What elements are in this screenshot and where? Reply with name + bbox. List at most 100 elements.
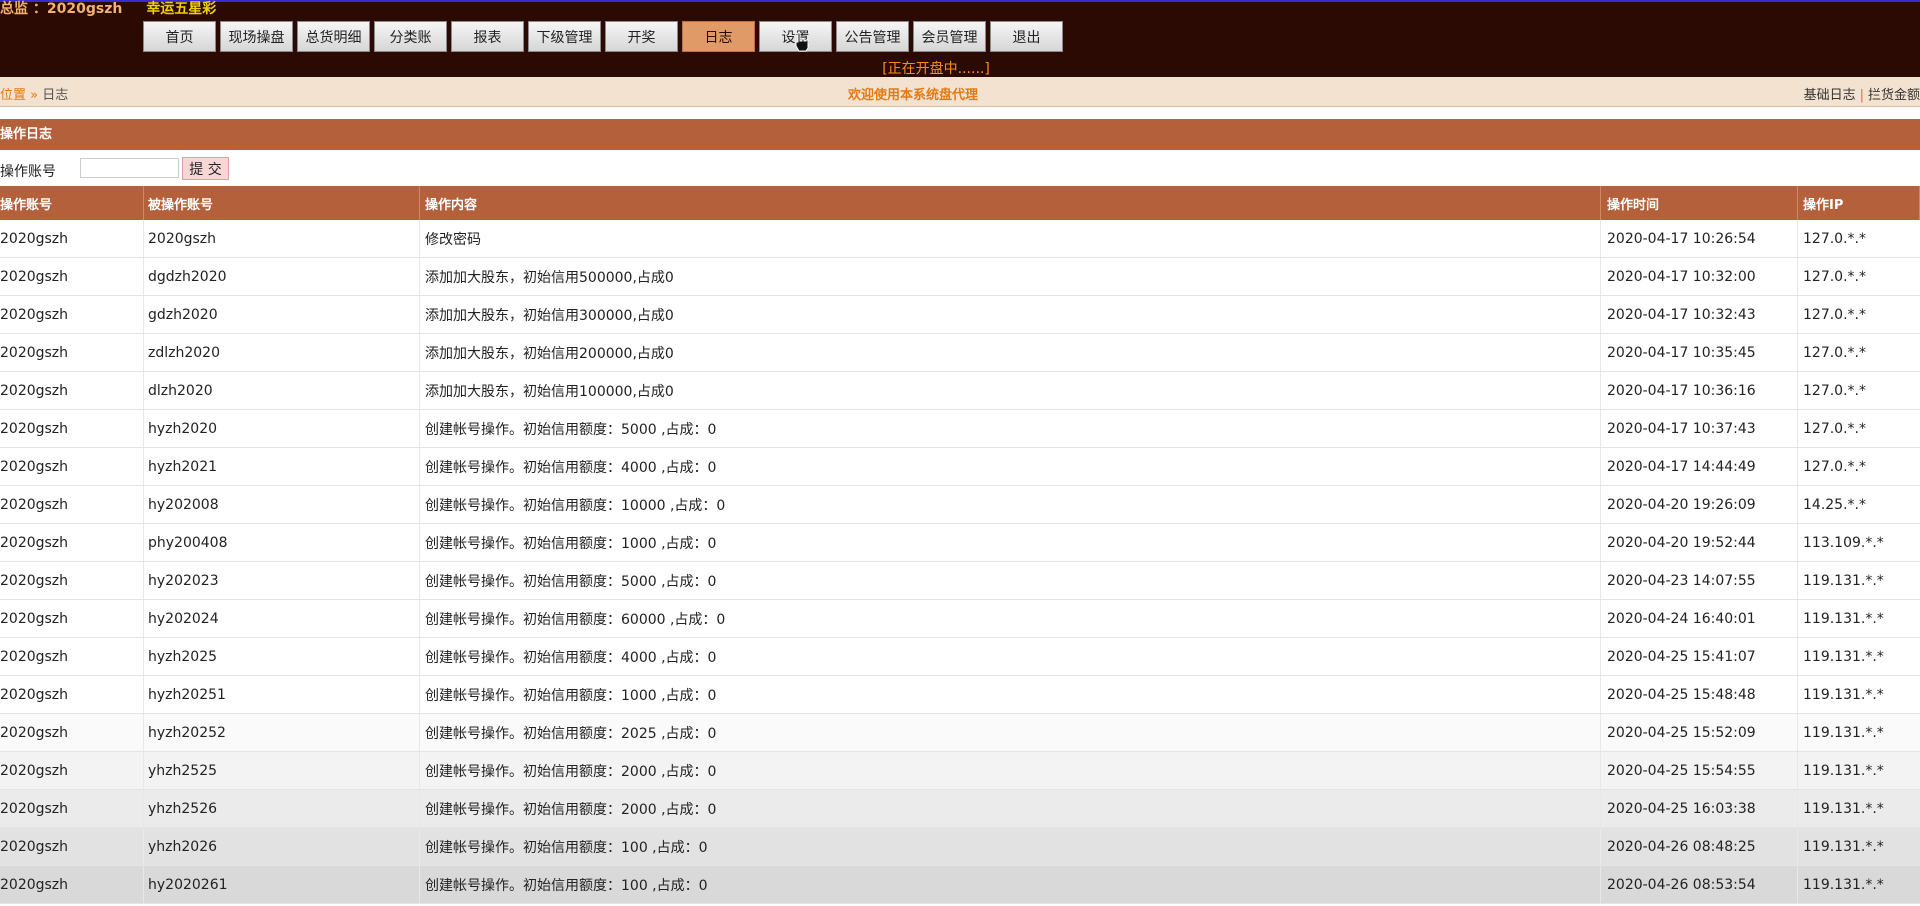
table-cell: 127.0.*.*: [1803, 230, 1866, 247]
table-cell: 119.131.*.*: [1803, 724, 1884, 741]
table-cell: 添加加大股东，初始信用100000,占成0: [420, 372, 1601, 409]
table-cell: 2020gszh: [0, 752, 144, 789]
table-cell: 创建帐号操作。初始信用额度：60000 ,占成：0: [420, 600, 1601, 637]
table-cell: 127.0.*.*: [1803, 344, 1866, 361]
main-nav: 首页 现场操盘 总货明细 分类账 报表 下级管理 开奖 日志 设置 公告管理 会员管理 退出: [143, 21, 1063, 52]
table-cell: 2020gszh: [0, 866, 144, 903]
table-cell: 创建帐号操作。初始信用额度：2000 ,占成：0: [420, 752, 1601, 789]
nav-logout-button[interactable]: 退出: [990, 21, 1063, 52]
nav-total-details-button[interactable]: 总货明细: [297, 21, 370, 52]
table-cell: 2020gszh: [0, 410, 144, 447]
table-row: 2020gszh hy202008 创建帐号操作。初始信用额度：10000 ,占成：…: [0, 486, 1920, 524]
table-cell: 2020gszh: [0, 524, 144, 561]
section-title: 操作日志: [0, 119, 1920, 150]
table-cell: 127.0.*.*: [1803, 420, 1866, 437]
breadcrumb-bar: 位置 » 日志 欢迎使用本系统盘代理 基础日志 | 拦货金额: [0, 77, 1920, 107]
table-cell: hyzh20252: [144, 714, 420, 751]
table-cell: 2020-04-20 19:26:09: [1601, 486, 1798, 523]
right-links: 基础日志 | 拦货金额: [1804, 84, 1920, 103]
nav-notice-management-button[interactable]: 公告管理: [836, 21, 909, 52]
link-block-amount[interactable]: 拦货金额: [1868, 88, 1920, 103]
table-cell: 创建帐号操作。初始信用额度：1000 ,占成：0: [420, 676, 1601, 713]
table-cell: 2020-04-26 08:53:54: [1601, 866, 1798, 903]
account-title: 总监 ：2020gszh: [0, 1, 123, 17]
table-cell: 创建帐号操作。初始信用额度：100 ,占成：0: [420, 866, 1601, 903]
log-table: 操作账号 被操作账号 操作内容 操作时间 操作IP 2020gszh 2020gszh 修改密…: [0, 186, 1920, 904]
hand-cursor-icon: [795, 32, 809, 52]
table-cell: 创建帐号操作。初始信用额度：4000 ,占成：0: [420, 448, 1601, 485]
table-cell: hy202008: [144, 486, 420, 523]
table-row: 2020gszh hyzh2021 创建帐号操作。初始信用额度：4000 ,占成：0…: [0, 448, 1920, 486]
table-row: 2020gszh phy200408 创建帐号操作。初始信用额度：1000 ,占成：…: [0, 524, 1920, 562]
table-cell: 2020gszh: [0, 714, 144, 751]
table-cell: 119.131.*.*: [1803, 762, 1884, 779]
nav-member-management-button[interactable]: 会员管理: [913, 21, 986, 52]
link-basic-log[interactable]: 基础日志: [1804, 88, 1856, 103]
table-cell: 2020-04-25 15:41:07: [1601, 638, 1798, 675]
table-cell: hyzh2025: [144, 638, 420, 675]
table-cell: 113.109.*.*: [1803, 534, 1884, 551]
search-label: 操作账号: [0, 164, 56, 180]
table-cell: 创建帐号操作。初始信用额度：100 ,占成：0: [420, 828, 1601, 865]
table-cell: 创建帐号操作。初始信用额度：2025 ,占成：0: [420, 714, 1601, 751]
nav-draw-button[interactable]: 开奖: [605, 21, 678, 52]
table-cell: 2020-04-25 15:52:09: [1601, 714, 1798, 751]
table-row: 2020gszh hy202024 创建帐号操作。初始信用额度：60000 ,占成：…: [0, 600, 1920, 638]
account-search-input[interactable]: [80, 158, 179, 178]
table-cell: 127.0.*.*: [1803, 382, 1866, 399]
table-cell: 2020gszh: [0, 676, 144, 713]
table-row: 2020gszh hyzh2025 创建帐号操作。初始信用额度：4000 ,占成：0…: [0, 638, 1920, 676]
table-cell: 2020gszh: [0, 334, 144, 371]
table-cell: 2020gszh: [0, 296, 144, 333]
table-cell: 2020gszh: [0, 258, 144, 295]
game-title: 幸运五星彩: [146, 1, 217, 17]
table-row: 2020gszh dlzh2020 添加加大股东，初始信用100000,占成0 202…: [0, 372, 1920, 410]
table-cell: 创建帐号操作。初始信用额度：2000 ,占成：0: [420, 790, 1601, 827]
table-cell: 2020gszh: [0, 600, 144, 637]
table-cell: hy202024: [144, 600, 420, 637]
table-cell: hyzh2020: [144, 410, 420, 447]
table-cell: 2020-04-17 10:36:16: [1601, 372, 1798, 409]
table-cell: 119.131.*.*: [1803, 838, 1884, 855]
table-cell: 2020gszh: [0, 638, 144, 675]
table-row: 2020gszh gdzh2020 添加加大股东，初始信用300000,占成0 202…: [0, 296, 1920, 334]
nav-home-button[interactable]: 首页: [143, 21, 216, 52]
table-cell: 2020-04-25 15:54:55: [1601, 752, 1798, 789]
nav-logs-button[interactable]: 日志: [682, 21, 755, 52]
nav-ledger-button[interactable]: 分类账: [374, 21, 447, 52]
table-row: 2020gszh yhzh2526 创建帐号操作。初始信用额度：2000 ,占成：0…: [0, 790, 1920, 828]
nav-sub-management-button[interactable]: 下级管理: [528, 21, 601, 52]
table-cell: hy2020261: [144, 866, 420, 903]
column-header: 被操作账号: [144, 186, 420, 220]
table-cell: 2020-04-25 15:48:48: [1601, 676, 1798, 713]
table-cell: yhzh2026: [144, 828, 420, 865]
table-row: 2020gszh dgdzh2020 添加加大股东，初始信用500000,占成0 20…: [0, 258, 1920, 296]
table-cell: 2020-04-17 10:26:54: [1601, 220, 1798, 257]
table-cell: phy200408: [144, 524, 420, 561]
table-cell: 2020gszh: [0, 486, 144, 523]
table-row: 2020gszh hyzh20251 创建帐号操作。初始信用额度：1000 ,占成：…: [0, 676, 1920, 714]
table-cell: 119.131.*.*: [1803, 876, 1884, 893]
table-cell: 2020-04-17 10:35:45: [1601, 334, 1798, 371]
table-cell: 127.0.*.*: [1803, 458, 1866, 475]
table-row: 2020gszh hyzh2020 创建帐号操作。初始信用额度：5000 ,占成：0…: [0, 410, 1920, 448]
table-cell: 2020-04-24 16:40:01: [1601, 600, 1798, 637]
column-header: 操作账号: [0, 186, 144, 220]
table-cell: zdlzh2020: [144, 334, 420, 371]
nav-live-trading-button[interactable]: 现场操盘: [220, 21, 293, 52]
table-cell: 2020gszh: [0, 372, 144, 409]
table-cell: 2020gszh: [144, 220, 420, 257]
table-cell: hyzh20251: [144, 676, 420, 713]
table-cell: 119.131.*.*: [1803, 686, 1884, 703]
table-cell: 修改密码: [420, 220, 1601, 257]
submit-button[interactable]: 提 交: [182, 157, 229, 180]
nav-reports-button[interactable]: 报表: [451, 21, 524, 52]
table-cell: 127.0.*.*: [1803, 268, 1866, 285]
table-cell: hyzh2021: [144, 448, 420, 485]
table-row: 2020gszh zdlzh2020 添加加大股东，初始信用200000,占成0 20…: [0, 334, 1920, 372]
table-row: 2020gszh hy202023 创建帐号操作。初始信用额度：5000 ,占成：0…: [0, 562, 1920, 600]
table-cell: yhzh2526: [144, 790, 420, 827]
table-row: 2020gszh hyzh20252 创建帐号操作。初始信用额度：2025 ,占成：…: [0, 714, 1920, 752]
table-cell: 119.131.*.*: [1803, 648, 1884, 665]
brand-area: 总监 ：2020gszh 幸运五星彩: [0, 2, 216, 20]
